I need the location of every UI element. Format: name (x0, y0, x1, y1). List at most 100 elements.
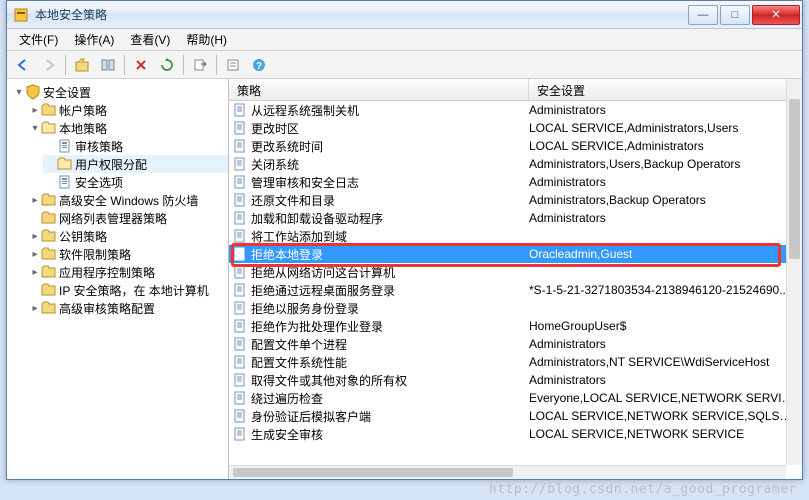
tree-item[interactable]: ▸高级安全 Windows 防火墙 (27, 191, 228, 209)
folder-icon (41, 228, 57, 244)
list-row[interactable]: 还原文件和目录Administrators,Backup Operators (229, 191, 802, 209)
document-icon (233, 157, 247, 171)
policy-setting: Administrators (529, 373, 798, 387)
scroll-thumb[interactable] (789, 99, 800, 259)
policy-name: 加载和卸载设备驱动程序 (251, 210, 383, 227)
delete-button[interactable] (129, 54, 153, 76)
tree-item[interactable]: IP 安全策略，在 本地计算机 (27, 281, 228, 299)
list-row[interactable]: 拒绝通过远程桌面服务登录 *S-1-5-21-3271803534-2138946… (229, 281, 802, 299)
menu-help[interactable]: 帮助(H) (178, 29, 235, 50)
policy-setting: LOCAL SERVICE,Administrators (529, 139, 798, 153)
tree-item[interactable]: ▸软件限制策略 (27, 245, 228, 263)
list-row[interactable]: 生成安全审核LOCAL SERVICE,NETWORK SERVICE (229, 425, 802, 443)
help-button[interactable]: ? (247, 54, 271, 76)
menu-view[interactable]: 查看(V) (122, 29, 178, 50)
tree-root[interactable]: ▾安全设置 (11, 83, 228, 101)
toolbar-separator (216, 55, 217, 75)
tree-item[interactable]: ▸公钥策略 (27, 227, 228, 245)
tree-item[interactable]: ▸帐户策略 (27, 101, 228, 119)
list-row[interactable]: 配置文件系统性能Administrators,NT SERVICE\WdiSer… (229, 353, 802, 371)
list-row[interactable]: 管理审核和安全日志Administrators (229, 173, 802, 191)
policy-setting: Administrators (529, 337, 798, 351)
policy-setting: Administrators (529, 211, 798, 225)
toolbar: ? (7, 51, 802, 79)
vertical-scrollbar[interactable] (786, 79, 802, 465)
policy-icon (57, 156, 73, 172)
tree-item[interactable]: 审核策略 (43, 137, 228, 155)
policy-name: 拒绝通过远程桌面服务登录 (251, 282, 395, 299)
list-row[interactable]: 拒绝本地登录Oracleadmin,Guest (229, 245, 802, 263)
list-row[interactable]: 加载和卸载设备驱动程序 Administrators (229, 209, 802, 227)
col-header-setting[interactable]: 安全设置 (529, 79, 802, 100)
tree-label: 本地策略 (59, 120, 107, 137)
policy-setting: LOCAL SERVICE,NETWORK SERVICE (529, 427, 798, 441)
show-hide-button[interactable] (96, 54, 120, 76)
tree-label: 安全选项 (75, 174, 123, 191)
list-row[interactable]: 从远程系统强制关机Administrators (229, 101, 802, 119)
policy-setting: *S-1-5-21-3271803534-2138946120-21524690… (529, 283, 798, 297)
policy-setting: Everyone,LOCAL SERVICE,NETWORK SERVICE,.… (529, 391, 798, 405)
folder-icon (41, 246, 57, 262)
document-icon (233, 211, 247, 225)
scroll-thumb[interactable] (233, 468, 513, 477)
list-row[interactable]: 关闭系统Administrators,Users,Backup Operator… (229, 155, 802, 173)
document-icon (233, 139, 247, 153)
tree-item[interactable]: 安全选项 (43, 173, 228, 191)
tree-label: IP 安全策略，在 本地计算机 (59, 282, 209, 299)
body: ▾安全设置▸帐户策略▾本地策略审核策略用户权限分配安全选项▸高级安全 Windo… (7, 79, 802, 479)
properties-button[interactable] (221, 54, 245, 76)
policy-setting: Oracleadmin,Guest (529, 247, 798, 261)
policy-name: 拒绝从网络访问这台计算机 (251, 264, 395, 281)
titlebar[interactable]: 本地安全策略 — □ ✕ (7, 1, 802, 29)
list-row[interactable]: 绕过遍历检查Everyone,LOCAL SERVICE,NETWORK SER… (229, 389, 802, 407)
document-icon (233, 427, 247, 441)
folder-icon (41, 282, 57, 298)
tree-item[interactable]: 网络列表管理器策略 (27, 209, 228, 227)
folder-icon (41, 192, 57, 208)
close-button[interactable]: ✕ (752, 5, 800, 25)
tree-item[interactable]: 用户权限分配 (43, 155, 228, 173)
list-body[interactable]: 从远程系统强制关机Administrators更改时区LOCAL SERVICE… (229, 101, 802, 479)
list-row[interactable]: 取得文件或其他对象的所有权Administrators (229, 371, 802, 389)
toolbar-separator (183, 55, 184, 75)
col-header-policy[interactable]: 策略 (229, 79, 529, 100)
forward-button[interactable] (37, 54, 61, 76)
tree-label: 审核策略 (75, 138, 123, 155)
up-button[interactable] (70, 54, 94, 76)
tree-pane[interactable]: ▾安全设置▸帐户策略▾本地策略审核策略用户权限分配安全选项▸高级安全 Windo… (7, 79, 229, 479)
window-title: 本地安全策略 (35, 6, 686, 23)
list-row[interactable]: 配置文件单个进程 Administrators (229, 335, 802, 353)
list-row[interactable]: 更改系统时间LOCAL SERVICE,Administrators (229, 137, 802, 155)
menu-file[interactable]: 文件(F) (11, 29, 66, 50)
list-row[interactable]: 将工作站添加到域 (229, 227, 802, 245)
export-button[interactable] (188, 54, 212, 76)
tree-item[interactable]: ▾本地策略 (27, 119, 228, 137)
app-icon (13, 7, 29, 23)
menu-bar: 文件(F) 操作(A) 查看(V) 帮助(H) (7, 29, 802, 51)
horizontal-scrollbar[interactable] (229, 465, 786, 479)
policy-name: 配置文件单个进程 (251, 336, 347, 353)
document-icon (233, 103, 247, 117)
tree-item[interactable]: ▸高级审核策略配置 (27, 299, 228, 317)
document-icon (233, 355, 247, 369)
tree-item[interactable]: ▸应用程序控制策略 (27, 263, 228, 281)
maximize-button[interactable]: □ (720, 5, 750, 25)
tree-label: 软件限制策略 (59, 246, 131, 263)
list-row[interactable]: 拒绝作为批处理作业登录HomeGroupUser$ (229, 317, 802, 335)
policy-name: 拒绝以服务身份登录 (251, 300, 359, 317)
back-button[interactable] (11, 54, 35, 76)
list-row[interactable]: 更改时区LOCAL SERVICE,Administrators,Users (229, 119, 802, 137)
refresh-button[interactable] (155, 54, 179, 76)
list-row[interactable]: 拒绝从网络访问这台计算机 (229, 263, 802, 281)
list-row[interactable]: 身份验证后模拟客户端LOCAL SERVICE,NETWORK SERVICE,… (229, 407, 802, 425)
policy-icon (57, 174, 73, 190)
menu-action[interactable]: 操作(A) (66, 29, 122, 50)
policy-name: 拒绝作为批处理作业登录 (251, 318, 383, 335)
tree-label: 网络列表管理器策略 (59, 210, 167, 227)
tree-label: 应用程序控制策略 (59, 264, 155, 281)
document-icon (233, 265, 247, 279)
policy-icon (57, 138, 73, 154)
list-row[interactable]: 拒绝以服务身份登录 (229, 299, 802, 317)
document-icon (233, 301, 247, 315)
minimize-button[interactable]: — (688, 5, 718, 25)
